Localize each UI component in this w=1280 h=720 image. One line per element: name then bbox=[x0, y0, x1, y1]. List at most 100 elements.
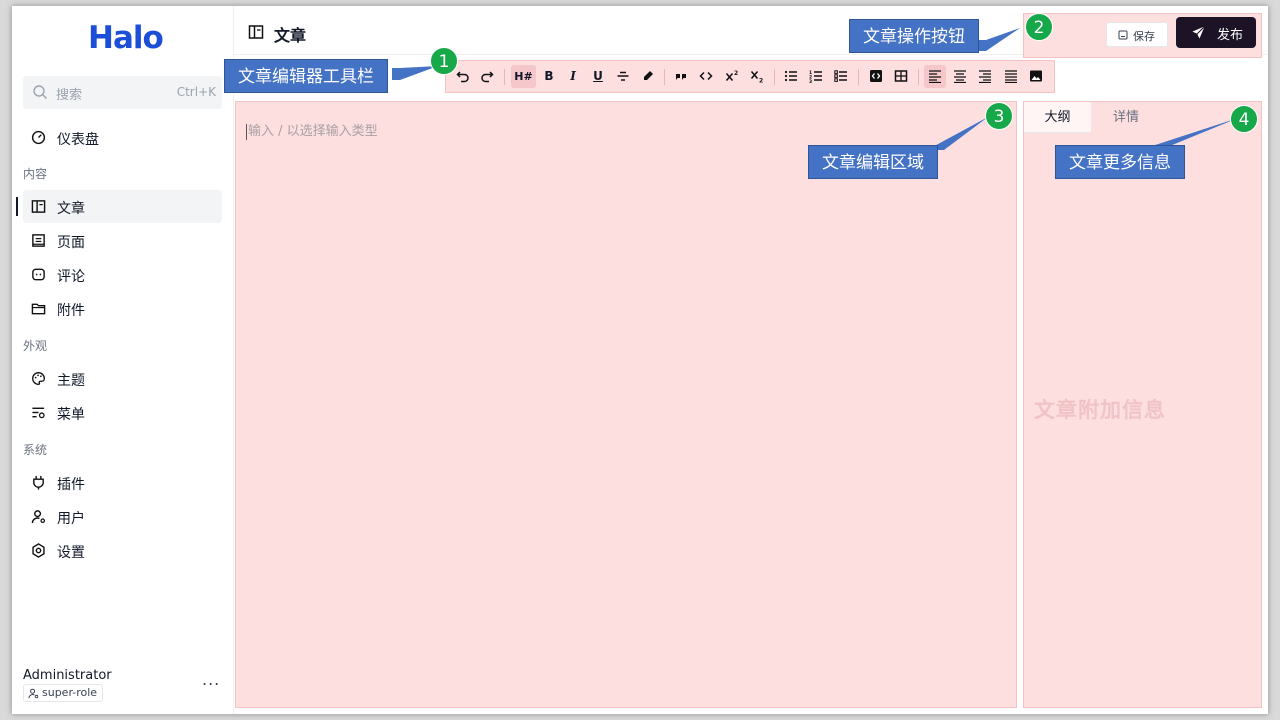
align-justify-icon bbox=[1005, 70, 1017, 84]
search-shortcut: Ctrl+K bbox=[176, 85, 216, 99]
save-label: 保存 bbox=[1133, 30, 1155, 43]
callout-toolbar: 文章编辑器工具栏 bbox=[224, 59, 388, 93]
palette-icon bbox=[32, 372, 45, 385]
user-name: Administrator bbox=[23, 668, 112, 683]
sidebar-item-articles[interactable]: 文章 bbox=[16, 190, 222, 223]
callout-badge-2: 2 bbox=[1025, 13, 1053, 41]
sidebar-item-label: 评论 bbox=[57, 269, 85, 285]
quote-icon bbox=[676, 74, 686, 80]
image-button[interactable] bbox=[1025, 65, 1047, 88]
superscript-button[interactable]: 2 bbox=[721, 65, 743, 88]
undo-icon bbox=[456, 71, 469, 83]
group-label-system: 系统 bbox=[23, 443, 48, 457]
task-list-icon bbox=[834, 70, 847, 82]
align-center-icon bbox=[954, 70, 966, 84]
sidebar-item-themes[interactable]: 主题 bbox=[23, 362, 222, 395]
page-title-text: 文章 bbox=[274, 26, 307, 45]
search-label: 搜索 bbox=[56, 88, 83, 103]
sidebar-item-label: 文章 bbox=[57, 201, 85, 217]
article-actions: 保存 发布 bbox=[1023, 13, 1262, 58]
align-right-button[interactable] bbox=[974, 65, 996, 88]
search-icon bbox=[33, 85, 47, 99]
table-button[interactable] bbox=[890, 65, 912, 88]
tab-details[interactable]: 详情 bbox=[1091, 102, 1161, 133]
strikethrough-button[interactable] bbox=[612, 65, 634, 88]
sidebar-item-label: 设置 bbox=[57, 545, 85, 561]
image-icon bbox=[1030, 70, 1042, 82]
sidebar-item-pages[interactable]: 页面 bbox=[23, 224, 222, 257]
sidebar-item-plugins[interactable]: 插件 bbox=[23, 466, 222, 499]
editor-area[interactable]: 输入 / 以选择输入类型 bbox=[235, 101, 1017, 708]
toolbar-separator bbox=[858, 69, 859, 85]
redo-button[interactable] bbox=[476, 65, 498, 88]
toolbar-separator bbox=[504, 69, 505, 85]
user-icon bbox=[31, 510, 46, 524]
align-right-icon bbox=[979, 70, 991, 84]
dashboard-icon bbox=[31, 130, 46, 145]
align-left-button[interactable] bbox=[924, 65, 946, 88]
callout-badge-4: 4 bbox=[1230, 105, 1258, 133]
tab-outline[interactable]: 大纲 bbox=[1024, 102, 1091, 133]
task-list-button[interactable] bbox=[830, 65, 852, 88]
toolbar-separator bbox=[918, 69, 919, 85]
align-center-button[interactable] bbox=[949, 65, 971, 88]
user-role-icon bbox=[28, 688, 39, 699]
highlight-button[interactable] bbox=[637, 65, 659, 88]
align-justify-button[interactable] bbox=[1000, 65, 1022, 88]
callout-2-pointer bbox=[978, 28, 1020, 51]
sidebar-item-users[interactable]: 用户 bbox=[23, 500, 222, 533]
svg-text:2: 2 bbox=[759, 78, 763, 84]
redo-icon bbox=[481, 71, 494, 83]
sidebar-item-label: 主题 bbox=[57, 373, 85, 389]
svg-text:3: 3 bbox=[809, 79, 812, 83]
sidebar-item-settings[interactable]: 设置 bbox=[23, 534, 222, 567]
article-icon bbox=[248, 25, 264, 39]
sidebar-item-label: 附件 bbox=[57, 303, 85, 319]
page-icon bbox=[32, 234, 45, 247]
sidebar-item-attachments[interactable]: 附件 bbox=[23, 292, 222, 325]
ordered-list-button[interactable]: 123 bbox=[805, 65, 827, 88]
callout-more-info: 文章更多信息 bbox=[1055, 145, 1185, 179]
user-more-button[interactable]: ... bbox=[202, 670, 220, 689]
sidebar-item-label: 菜单 bbox=[57, 407, 85, 423]
search-box[interactable]: 搜索 Ctrl+K bbox=[23, 76, 222, 109]
code-button[interactable] bbox=[695, 65, 717, 88]
save-button[interactable]: 保存 bbox=[1106, 22, 1168, 47]
toolbar-separator bbox=[774, 69, 775, 85]
editor-toolbar: H# B I U 2 2 123 bbox=[445, 60, 1055, 93]
callout-actions: 文章操作按钮 bbox=[849, 19, 979, 53]
editor-placeholder: 输入 / 以选择输入类型 bbox=[246, 124, 378, 140]
align-left-icon bbox=[929, 70, 941, 84]
app-window: Halo 搜索 Ctrl+K 仪表盘 内容 文章 页面 评论 附件 外观 主题 … bbox=[12, 6, 1268, 714]
publish-label: 发布 bbox=[1217, 28, 1244, 43]
subscript-button[interactable]: 2 bbox=[746, 65, 768, 88]
ordered-list-icon: 123 bbox=[809, 70, 822, 85]
sidebar-item-menus[interactable]: 菜单 bbox=[23, 396, 222, 429]
underline-button[interactable]: U bbox=[587, 65, 609, 88]
sidebar-item-dashboard[interactable]: 仪表盘 bbox=[23, 121, 222, 154]
settings-icon bbox=[32, 543, 45, 558]
sidebar: Halo 搜索 Ctrl+K 仪表盘 内容 文章 页面 评论 附件 外观 主题 … bbox=[12, 6, 234, 714]
subscript-icon: 2 bbox=[750, 71, 763, 85]
sidebar-item-label: 插件 bbox=[57, 477, 85, 493]
blockquote-button[interactable] bbox=[670, 65, 692, 88]
table-icon bbox=[894, 70, 908, 82]
toolbar-separator bbox=[664, 69, 665, 85]
panel-watermark: 文章附加信息 bbox=[1034, 398, 1166, 422]
sidebar-item-label: 仪表盘 bbox=[57, 132, 99, 148]
group-label-content: 内容 bbox=[23, 167, 48, 181]
publish-button[interactable]: 发布 bbox=[1176, 17, 1256, 48]
bold-button[interactable]: B bbox=[538, 65, 560, 88]
sidebar-item-label: 页面 bbox=[57, 235, 85, 251]
halo-logo[interactable]: Halo bbox=[88, 20, 164, 56]
menu-icon bbox=[32, 407, 45, 419]
italic-button[interactable]: I bbox=[562, 65, 584, 88]
code-block-button[interactable] bbox=[865, 65, 887, 88]
bullet-list-button[interactable] bbox=[780, 65, 802, 88]
code-block-icon bbox=[870, 70, 882, 82]
bullet-list-icon bbox=[784, 70, 797, 82]
callout-editor: 文章编辑区域 bbox=[808, 145, 938, 179]
sidebar-item-comments[interactable]: 评论 bbox=[23, 258, 222, 291]
plugin-icon bbox=[33, 475, 44, 490]
heading-button[interactable]: H# bbox=[511, 65, 536, 88]
